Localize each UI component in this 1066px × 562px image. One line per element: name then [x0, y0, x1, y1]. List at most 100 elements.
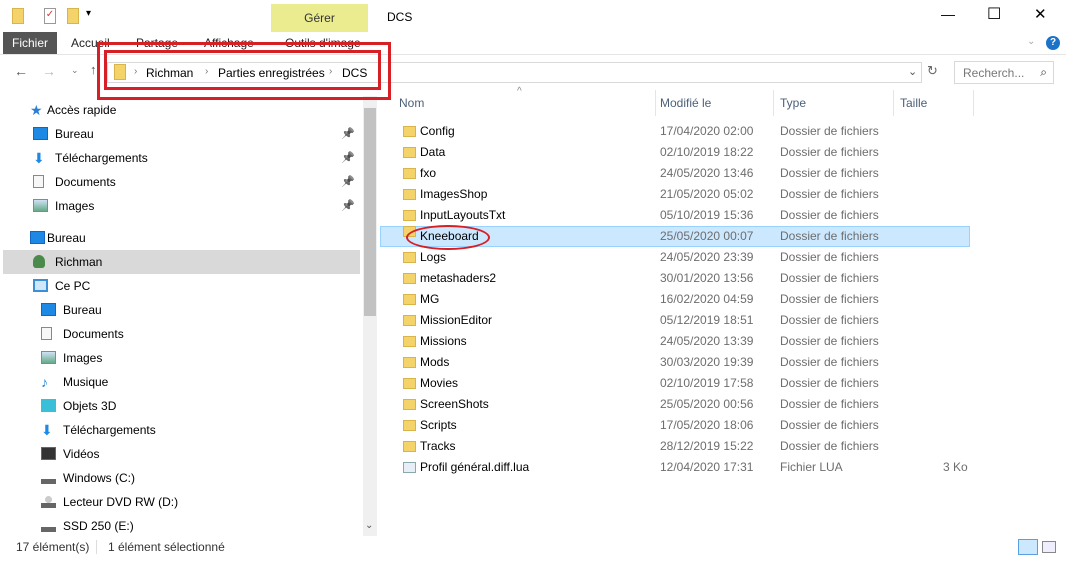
- sidebar-item[interactable]: ⬇ Téléchargements 📌: [3, 146, 360, 170]
- column-divider[interactable]: [973, 90, 974, 116]
- folder-icon: [403, 273, 416, 284]
- sidebar-item[interactable]: Documents: [3, 322, 360, 346]
- file-type: Dossier de fichiers: [780, 124, 879, 138]
- expand-ribbon-icon[interactable]: ⌄: [1027, 36, 1035, 47]
- file-row[interactable]: Profil général.diff.lua 12/04/2020 17:31 F…: [381, 457, 971, 478]
- file-row[interactable]: Movies 02/10/2019 17:58 Dossier de fichier…: [381, 373, 971, 394]
- column-divider[interactable]: [773, 90, 774, 116]
- computer-icon: [33, 279, 48, 292]
- sidebar-item[interactable]: Bureau: [3, 298, 360, 322]
- pin-icon[interactable]: 📌: [341, 170, 355, 194]
- file-type: Dossier de fichiers: [780, 334, 879, 348]
- sidebar-item[interactable]: Images: [3, 346, 360, 370]
- file-row[interactable]: MG 16/02/2020 04:59 Dossier de fichiers: [381, 289, 971, 310]
- sidebar-item[interactable]: Vidéos: [3, 442, 360, 466]
- file-modified: 02/10/2019 17:58: [660, 376, 754, 390]
- folder-icon: [403, 441, 416, 452]
- column-header-type[interactable]: Type: [780, 96, 806, 116]
- folder-icon: [403, 336, 416, 347]
- recent-locations-button[interactable]: ⌄: [71, 65, 79, 76]
- star-icon: ★: [30, 102, 43, 118]
- file-row[interactable]: InputLayoutsTxt 05/10/2019 15:36 Dossier d…: [381, 205, 971, 226]
- properties-icon[interactable]: ✓: [44, 8, 56, 24]
- file-row[interactable]: ScreenShots 25/05/2020 00:56 Dossier de fi…: [381, 394, 971, 415]
- address-dropdown-icon[interactable]: ⌄: [908, 65, 917, 78]
- forward-button[interactable]: →: [42, 63, 56, 79]
- file-type: Fichier LUA: [780, 460, 843, 474]
- sidebar-item[interactable]: ♪ Musique: [3, 370, 360, 394]
- sidebar-item-label: Objets 3D: [63, 399, 117, 413]
- column-divider[interactable]: [655, 90, 656, 116]
- sidebar-item[interactable]: Bureau 📌: [3, 122, 360, 146]
- file-row[interactable]: metashaders2 30/01/2020 13:56 Dossier de f…: [381, 268, 971, 289]
- music-icon: ♪: [41, 374, 48, 390]
- close-button[interactable]: ✕: [1034, 5, 1047, 23]
- search-input[interactable]: Recherch... ⌕: [954, 61, 1054, 84]
- file-type: Dossier de fichiers: [780, 145, 879, 159]
- file-name: Config: [420, 124, 455, 138]
- sidebar-item[interactable]: Lecteur DVD RW (D:): [3, 490, 360, 514]
- file-type: Dossier de fichiers: [780, 229, 879, 243]
- context-tab-group[interactable]: Gérer: [271, 4, 368, 32]
- file-type: Dossier de fichiers: [780, 439, 879, 453]
- file-row[interactable]: MissionEditor 05/12/2019 18:51 Dossier de …: [381, 310, 971, 331]
- tab-fichier[interactable]: Fichier: [3, 32, 57, 54]
- sidebar-item-label: Windows (C:): [63, 471, 136, 485]
- file-row[interactable]: fxo 24/05/2020 13:46 Dossier de fichiers: [381, 163, 971, 184]
- scroll-down-icon[interactable]: ⌄: [365, 520, 373, 531]
- pin-icon[interactable]: 📌: [341, 122, 355, 146]
- new-folder-icon[interactable]: [67, 8, 79, 24]
- sidebar-item-label: Bureau: [55, 127, 94, 141]
- file-name: metashaders2: [420, 271, 497, 285]
- file-modified: 17/04/2020 02:00: [660, 124, 754, 138]
- file-row[interactable]: Missions 24/05/2020 13:39 Dossier de fichi…: [381, 331, 971, 352]
- sidebar-item[interactable]: Richman: [3, 250, 360, 274]
- folder-icon: [403, 378, 416, 389]
- file-modified: 17/05/2020 18:06: [660, 418, 754, 432]
- file-name: Missions: [420, 334, 467, 348]
- cube-icon: [41, 399, 56, 412]
- file-row[interactable]: Scripts 17/05/2020 18:06 Dossier de fichie…: [381, 415, 971, 436]
- file-row[interactable]: Config 17/04/2020 02:00 Dossier de fichier…: [381, 121, 971, 142]
- sidebar-item[interactable]: Documents 📌: [3, 170, 360, 194]
- file-row[interactable]: ImagesShop 21/05/2020 05:02 Dossier de fic…: [381, 184, 971, 205]
- pin-icon[interactable]: 📌: [341, 146, 355, 170]
- user-icon: [33, 255, 45, 268]
- sidebar-item[interactable]: ★ Accès rapide: [3, 98, 360, 122]
- folder-icon: [403, 189, 416, 200]
- sidebar-item[interactable]: Ce PC: [3, 274, 360, 298]
- pin-icon[interactable]: 📌: [341, 194, 355, 218]
- column-header-modified[interactable]: Modifié le: [660, 96, 711, 116]
- file-size: 3 Ko: [943, 460, 968, 474]
- column-header-size[interactable]: Taille: [900, 96, 927, 116]
- sidebar-item[interactable]: ⬇ Téléchargements: [3, 418, 360, 442]
- refresh-icon[interactable]: ↻: [927, 63, 938, 79]
- sidebar-item[interactable]: Bureau: [3, 226, 360, 250]
- file-row[interactable]: Logs 24/05/2020 23:39 Dossier de fichiers: [381, 247, 971, 268]
- sidebar-item[interactable]: SSD 250 (E:): [3, 514, 360, 538]
- folder-icon: [403, 252, 416, 263]
- customize-qat-icon[interactable]: ▾: [86, 8, 91, 19]
- column-divider[interactable]: [893, 90, 894, 116]
- sidebar-item-label: SSD 250 (E:): [63, 519, 134, 533]
- sidebar-item[interactable]: Windows (C:): [3, 466, 360, 490]
- maximize-button[interactable]: ☐: [987, 4, 1001, 24]
- file-row[interactable]: Mods 30/03/2020 19:39 Dossier de fichiers: [381, 352, 971, 373]
- video-icon: [41, 447, 56, 460]
- minimize-button[interactable]: —: [941, 6, 955, 22]
- sidebar-item-label: Documents: [55, 175, 116, 189]
- up-button[interactable]: ↑: [90, 62, 97, 77]
- sidebar-item[interactable]: Objets 3D: [3, 394, 360, 418]
- file-row[interactable]: Tracks 28/12/2019 15:22 Dossier de fichier…: [381, 436, 971, 457]
- help-icon[interactable]: ?: [1046, 36, 1060, 50]
- file-row[interactable]: Data 02/10/2019 18:22 Dossier de fichiers: [381, 142, 971, 163]
- column-header-name[interactable]: Nom: [399, 96, 424, 116]
- sidebar-item[interactable]: Images 📌: [3, 194, 360, 218]
- file-modified: 05/12/2019 18:51: [660, 313, 754, 327]
- back-button[interactable]: ←: [14, 63, 28, 79]
- sidebar-scrollbar-thumb[interactable]: [364, 108, 376, 316]
- file-name: MG: [420, 292, 440, 306]
- sidebar-item-label: Vidéos: [63, 447, 100, 461]
- details-view-button[interactable]: [1018, 539, 1038, 555]
- large-icons-view-button[interactable]: [1042, 541, 1056, 553]
